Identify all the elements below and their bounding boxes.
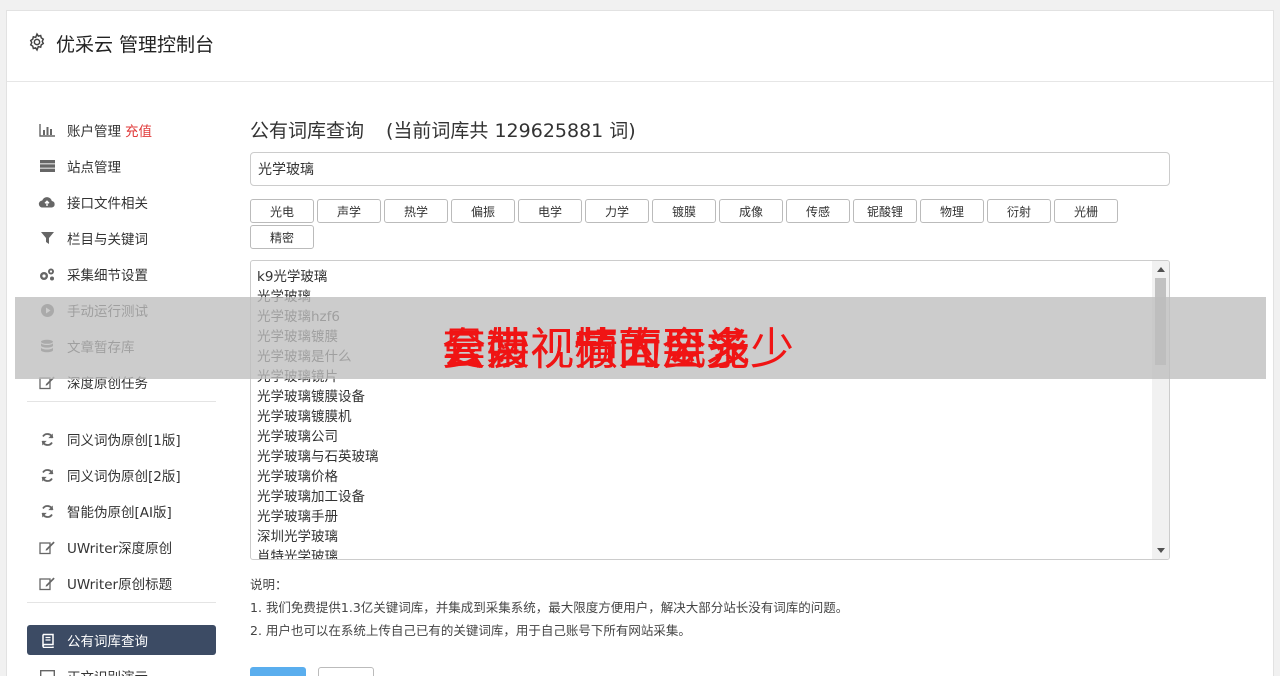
notes: 说明： 1. 我们免费提供1.3亿关键词库，并集成到采集系统，最大限度方便用户，… [250,573,848,642]
sidebar-item[interactable]: UWriter原创标题 [27,568,216,598]
gear-icon [29,32,45,52]
query-button[interactable]: 查询 [250,667,306,676]
cogs-icon [37,266,57,282]
page-title: 公有词库查询 (当前词库共 129625881 词) [250,116,636,143]
tag-button[interactable]: 传感 [786,199,850,223]
console-title: 优采云 管理控制台 [56,34,215,56]
sidebar-item[interactable]: 栏目与关键词 [27,223,216,253]
sidebar-item[interactable]: 同义词伪原创[1版] [27,424,216,454]
scroll-up-arrow-icon[interactable] [1157,267,1165,272]
notes-line: 1. 我们免费提供1.3亿关键词库，并集成到采集系统，最大限度方便用户，解决大部… [250,600,849,615]
tag-button[interactable]: 铌酸锂 [853,199,917,223]
cloud-upload-icon [37,194,57,210]
header-bar: 优采云 管理控制台 [7,11,1273,82]
result-item[interactable]: 深圳光学玻璃 [257,527,1147,547]
result-item[interactable]: 光学玻璃镀膜设备 [257,387,1147,407]
tag-button[interactable]: 力学 [585,199,649,223]
tag-button[interactable]: 电学 [518,199,582,223]
sidebar-item-label: 智能伪原创[AI版] [67,505,172,521]
tag-button[interactable]: 偏振 [451,199,515,223]
sidebar-item-label: UWriter深度原创 [67,541,173,557]
book-icon [37,632,57,648]
server-icon [37,158,57,174]
sidebar-item-label: 接口文件相关 [67,196,148,212]
sidebar-item-label: 正文识别演示 [67,666,148,676]
result-item[interactable]: k9光学玻璃 [257,267,1147,287]
tag-button[interactable]: 热学 [384,199,448,223]
sidebar-item-label: 同义词伪原创[2版] [67,469,181,485]
sidebar-item[interactable]: 接口文件相关 [27,187,216,217]
clear-button[interactable]: 清空 [318,667,374,676]
notes-line: 2. 用户也可以在系统上传自己已有的关键词库，用于自己账号下所有网站采集。 [250,623,691,638]
main-panel: 公有词库查询 (当前词库共 129625881 词) 光电声学热学偏振电学力学镀膜… [250,83,1180,676]
overlay-line: 曼妙视节的风光 [442,324,750,375]
result-item[interactable]: 光学玻璃公司 [257,427,1147,447]
sidebar-item-label: 同义词伪原创[1版] [67,433,181,449]
recharge-link[interactable]: 充值 [125,120,152,140]
edit-icon [37,539,57,555]
sidebar-item-label: UWriter原创标题 [67,577,173,593]
tag-button[interactable]: 衍射 [987,199,1051,223]
tag-button[interactable]: 物理 [920,199,984,223]
tag-button[interactable]: 光栅 [1054,199,1118,223]
result-item[interactable]: 光学玻璃手册 [257,507,1147,527]
sidebar-item-label: 站点管理 [67,160,121,176]
sidebar-item-label: 采集细节设置 [67,268,148,284]
sidebar-divider [27,401,216,402]
sidebar-item-label: 账户管理 [67,124,121,140]
sidebar-item[interactable]: 同义词伪原创[2版] [27,460,216,490]
sidebar-divider [27,602,216,603]
bar-chart-icon [37,122,57,138]
result-item[interactable]: 光学玻璃价格 [257,467,1147,487]
result-item[interactable]: 光学玻璃与石英玻璃 [257,447,1147,467]
tag-button[interactable]: 镀膜 [652,199,716,223]
filter-icon [37,230,57,246]
sidebar-item[interactable]: 账户管理 充值 [27,115,216,145]
sidebar-item[interactable]: UWriter深度原创 [27,532,216,562]
tag-button[interactable]: 成像 [719,199,783,223]
refresh-icon [37,503,57,519]
sidebar-item-label: 栏目与关键词 [67,232,148,248]
scroll-down-arrow-icon[interactable] [1157,548,1165,553]
overlay-banner: 套装视频大全多少 云南视情面要求 曼妙视节的风光 [15,297,1266,379]
notes-title: 说明： [250,577,288,592]
keyword-search-input[interactable] [250,152,1170,186]
tag-button[interactable]: 声学 [317,199,381,223]
sidebar-item[interactable]: 采集细节设置 [27,259,216,289]
refresh-icon [37,467,57,483]
tag-button[interactable]: 精密 [250,225,314,249]
sidebar-item[interactable]: 公有词库查询 [27,625,216,655]
result-item[interactable]: 肖特光学玻璃 [257,547,1147,559]
result-item[interactable]: 光学玻璃加工设备 [257,487,1147,507]
refresh-icon [37,431,57,447]
word-count: (当前词库共 129625881 词) [386,120,636,142]
sidebar: 账户管理充值站点管理接口文件相关栏目与关键词采集细节设置手动运行测试文章暂存库深… [7,83,235,676]
sidebar-item[interactable]: 正文识别演示 [27,661,216,676]
sidebar-item[interactable]: 智能伪原创[AI版] [27,496,216,526]
tag-button[interactable]: 光电 [250,199,314,223]
result-item[interactable]: 光学玻璃镀膜机 [257,407,1147,427]
sidebar-item[interactable]: 站点管理 [27,151,216,181]
edit-icon [37,575,57,591]
page-heading: 公有词库查询 [250,120,365,142]
monitor-icon [37,668,57,676]
sidebar-item-label: 公有词库查询 [67,634,148,650]
overlay-text: 套装视频大全多少 云南视情面要求 曼妙视节的风光 [15,297,1266,379]
